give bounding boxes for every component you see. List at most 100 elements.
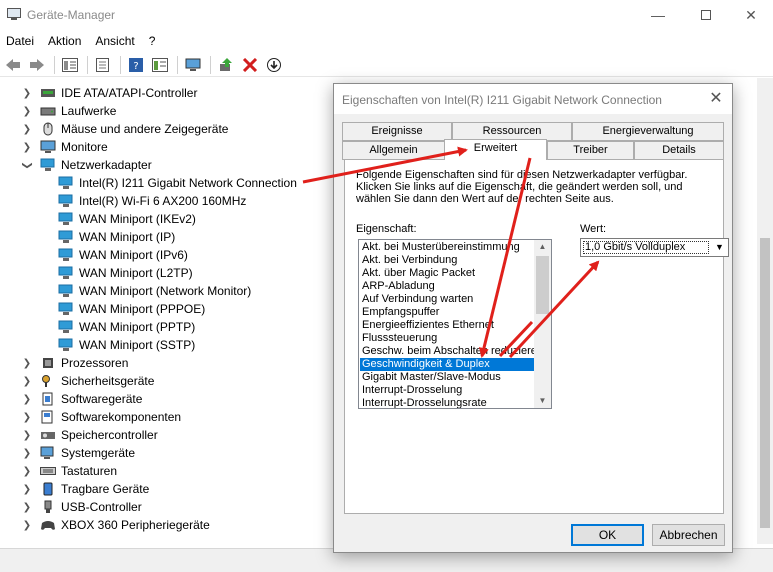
tree-category[interactable]: ❯ Monitore (22, 138, 108, 156)
property-item-selected[interactable]: Geschwindigkeit & Duplex (360, 358, 534, 371)
help-button[interactable]: ? (125, 55, 147, 75)
gamepad-icon (41, 521, 55, 530)
tree-category-network[interactable]: ❯ Netzwerkadapter (22, 156, 152, 174)
tab-ereignisse[interactable]: Ereignisse (342, 122, 452, 141)
network-adapter-label: WAN Miniport (Network Monitor) (79, 284, 252, 298)
processor-icon (43, 358, 53, 368)
expand-chevron-icon[interactable]: ❯ (22, 520, 32, 531)
drive-icon (40, 107, 56, 116)
tab-energieverwaltung[interactable]: Energieverwaltung (572, 122, 724, 141)
dialog-close-button[interactable]: ✕ (706, 90, 726, 108)
tab-treiber[interactable]: Treiber (547, 141, 634, 160)
property-listbox[interactable]: Akt. bei Musterübereinstimmung Akt. bei … (358, 239, 552, 409)
expand-chevron-icon[interactable]: ❯ (22, 502, 32, 513)
network-adapter-item[interactable]: Intel(R) I211 Gigabit Network Connection (58, 174, 297, 192)
network-adapter-item[interactable]: WAN Miniport (PPPOE) (58, 300, 205, 318)
menu-datei[interactable]: Datei (6, 34, 34, 48)
network-adapter-item[interactable]: Intel(R) Wi-Fi 6 AX200 160MHz (58, 192, 246, 210)
tree-category[interactable]: ❯ USB-Controller (22, 498, 142, 516)
property-item[interactable]: Akt. bei Musterübereinstimmung (360, 241, 534, 254)
update-driver-icon (220, 57, 232, 71)
menu-help[interactable]: ? (149, 34, 156, 48)
list-button[interactable] (92, 55, 114, 75)
chevron-down-icon[interactable]: ▼ (712, 240, 727, 255)
close-button[interactable]: ✕ (728, 0, 773, 30)
expand-chevron-icon[interactable]: ❯ (22, 376, 32, 387)
tree-category[interactable]: ❯ Softwarekomponenten (22, 408, 181, 426)
network-adapter-item[interactable]: WAN Miniport (PPTP) (58, 318, 195, 336)
property-item[interactable]: ARP-Abladung (360, 280, 534, 293)
property-item[interactable]: Akt. über Magic Packet (360, 267, 534, 280)
back-button[interactable] (2, 55, 24, 75)
value-dropdown[interactable]: 1,0 Gbit/s Vollduplex ▼ (580, 238, 729, 257)
main-scrollbar[interactable] (757, 78, 773, 544)
tab-erweitert[interactable]: Erweitert (444, 139, 547, 160)
tab-details[interactable]: Details (634, 141, 724, 160)
property-item[interactable]: Interrupt-Drosselung (360, 384, 534, 397)
minimize-button[interactable]: — (635, 0, 681, 30)
tree-category[interactable]: ❯ XBOX 360 Peripheriegeräte (22, 516, 210, 534)
tree-category[interactable]: ❯ IDE ATA/ATAPI-Controller (22, 84, 198, 102)
network-adapter-item[interactable]: WAN Miniport (SSTP) (58, 336, 195, 354)
expand-chevron-icon[interactable]: ❯ (22, 412, 32, 423)
property-label: Eigenschaft: (356, 223, 417, 235)
scrollbar-thumb[interactable] (760, 238, 770, 528)
tree-category[interactable]: ❯ Speichercontroller (22, 426, 158, 444)
ok-button[interactable]: OK (571, 524, 644, 546)
expand-chevron-icon[interactable]: ❯ (22, 484, 32, 495)
menu-aktion[interactable]: Aktion (48, 34, 81, 48)
property-item[interactable]: Auf Verbindung warten (360, 293, 534, 306)
update-driver-button[interactable] (215, 55, 237, 75)
cancel-button[interactable]: Abbrechen (652, 524, 725, 546)
tree-category[interactable]: ❯ Systemgeräte (22, 444, 135, 462)
expand-chevron-icon[interactable]: ❯ (22, 106, 32, 117)
menu-ansicht[interactable]: Ansicht (95, 34, 134, 48)
scroll-down-icon[interactable]: ▼ (534, 394, 551, 408)
scroll-up-icon[interactable]: ▲ (534, 240, 551, 254)
expand-chevron-icon[interactable]: ❯ (22, 448, 32, 459)
network-adapter-label: WAN Miniport (PPTP) (79, 320, 196, 334)
tree-category[interactable]: ❯ Softwaregeräte (22, 390, 143, 408)
network-adapter-icon (58, 302, 73, 315)
expand-chevron-icon[interactable]: ❯ (22, 430, 32, 441)
scan-hardware-button[interactable] (182, 55, 204, 75)
uninstall-icon (242, 57, 258, 72)
expand-chevron-icon[interactable]: ❯ (22, 394, 32, 405)
network-adapter-item[interactable]: WAN Miniport (L2TP) (58, 264, 193, 282)
property-list-scrollbar[interactable]: ▲ ▼ (534, 240, 551, 408)
property-item[interactable]: Energieeffizientes Ethernet (360, 319, 534, 332)
tree-category[interactable]: ❯ Sicherheitsgeräte (22, 372, 155, 390)
tree-category[interactable]: ❯ Laufwerke (22, 102, 117, 120)
network-adapter-item[interactable]: WAN Miniport (IP) (58, 228, 175, 246)
network-adapter-item[interactable]: WAN Miniport (IKEv2) (58, 210, 196, 228)
expand-chevron-icon[interactable]: ❯ (22, 88, 32, 99)
tree-category[interactable]: ❯ Tastaturen (22, 462, 117, 480)
expand-chevron-icon[interactable]: ❯ (22, 142, 32, 153)
show-hide-tree-button[interactable] (59, 55, 81, 75)
collapse-chevron-icon[interactable]: ❯ (22, 160, 33, 170)
property-item[interactable]: Akt. bei Verbindung (360, 254, 534, 267)
tree-category[interactable]: ❯ Mäuse und andere Zeigegeräte (22, 120, 229, 138)
scrollbar-thumb[interactable] (536, 256, 549, 314)
view-button[interactable] (149, 55, 171, 75)
expand-chevron-icon[interactable]: ❯ (22, 124, 32, 135)
network-adapter-item[interactable]: WAN Miniport (Network Monitor) (58, 282, 251, 300)
download-button[interactable] (263, 55, 285, 75)
close-icon: ✕ (709, 90, 723, 107)
expand-chevron-icon[interactable]: ❯ (22, 466, 32, 477)
property-item[interactable]: Empfangspuffer (360, 306, 534, 319)
monitor-icon (185, 58, 201, 71)
tree-category[interactable]: ❯ Tragbare Geräte (22, 480, 149, 498)
maximize-button[interactable] (683, 0, 729, 30)
forward-button[interactable] (26, 55, 48, 75)
property-item[interactable]: Gigabit Master/Slave-Modus (360, 371, 534, 384)
property-item[interactable]: Interrupt-Drosselungsrate (360, 397, 534, 408)
uninstall-button[interactable] (239, 55, 261, 75)
tab-allgemein[interactable]: Allgemein (342, 141, 445, 160)
close-icon: ✕ (745, 6, 757, 23)
network-adapter-item[interactable]: WAN Miniport (IPv6) (58, 246, 188, 264)
tree-category[interactable]: ❯ Prozessoren (22, 354, 129, 372)
property-item[interactable]: Flusssteuerung (360, 332, 534, 345)
property-item[interactable]: Geschw. beim Abschalten reduzieren (360, 345, 534, 358)
expand-chevron-icon[interactable]: ❯ (22, 358, 32, 369)
